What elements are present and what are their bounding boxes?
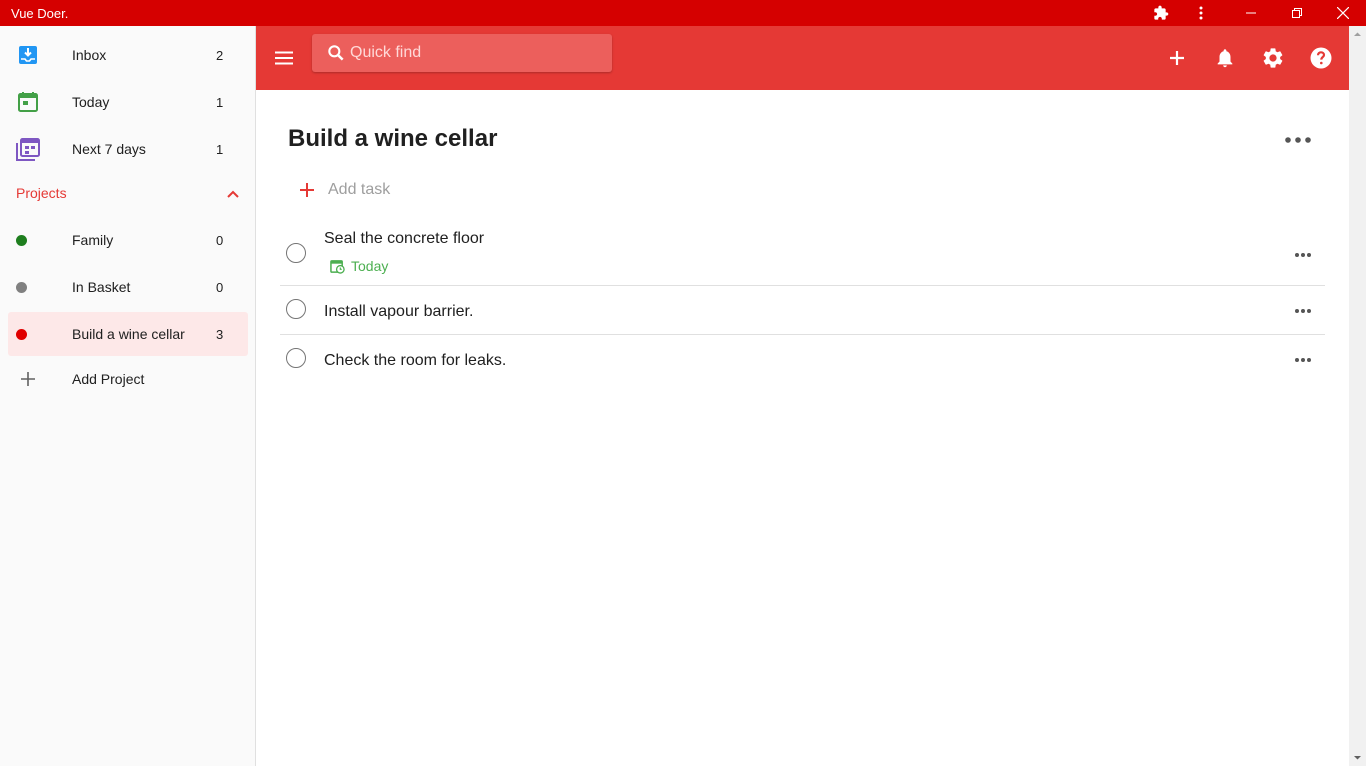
task-item[interactable]: Check the room for leaks. <box>280 335 1325 383</box>
task-more-icon[interactable] <box>1294 357 1312 363</box>
task-complete-checkbox[interactable] <box>286 348 306 368</box>
minimize-button[interactable] <box>1228 0 1274 26</box>
kebab-icon <box>1199 6 1203 20</box>
help-button[interactable] <box>1308 45 1334 71</box>
task-complete-checkbox[interactable] <box>286 299 306 319</box>
window-menu-button[interactable] <box>1178 0 1224 26</box>
task-item[interactable]: Install vapour barrier. <box>280 286 1325 335</box>
sidebar-item-label: Next 7 days <box>72 141 146 157</box>
sidebar-item-today[interactable]: Today 1 <box>8 80 248 124</box>
add-task-label: Add task <box>328 181 391 198</box>
task-more-icon[interactable] <box>1294 252 1312 258</box>
search-input[interactable] <box>350 38 600 68</box>
calendar-week-icon <box>16 137 40 161</box>
scroll-down-arrow-icon[interactable] <box>1353 753 1362 762</box>
project-view: Build a wine cellar Add task Seal the co… <box>256 90 1349 766</box>
sidebar-item-inbox[interactable]: Inbox 2 <box>8 33 248 77</box>
close-icon <box>1337 7 1349 19</box>
calendar-today-icon <box>16 90 40 114</box>
sidebar-item-label: In Basket <box>72 279 131 295</box>
sidebar-project-family[interactable]: Family 0 <box>8 218 248 262</box>
projects-header-label: Projects <box>16 185 67 201</box>
restore-button[interactable] <box>1274 0 1320 26</box>
task-text: Seal the concrete floor <box>324 230 485 247</box>
help-icon <box>1310 47 1332 69</box>
task-due-date: Today <box>330 258 388 274</box>
project-color-dot <box>16 329 27 340</box>
app-toolbar <box>256 26 1349 90</box>
page-title: Build a wine cellar <box>288 125 498 152</box>
chevron-up-icon[interactable] <box>226 187 240 206</box>
minimize-icon <box>1246 12 1256 14</box>
plus-icon <box>298 181 316 204</box>
calendar-clock-icon <box>330 259 345 274</box>
sidebar: Inbox 2 Today 1 Next 7 days 1 Projects F… <box>0 26 256 766</box>
task-more-icon[interactable] <box>1294 308 1312 314</box>
add-project-label: Add Project <box>72 371 145 387</box>
restore-icon <box>1292 8 1302 18</box>
settings-button[interactable] <box>1260 45 1286 71</box>
more-horizontal-icon <box>1285 137 1311 143</box>
bell-icon <box>1217 49 1233 68</box>
add-project-button[interactable]: Add Project <box>8 357 248 401</box>
sidebar-item-label: Family <box>72 232 114 248</box>
sidebar-project-in-basket[interactable]: In Basket 0 <box>8 265 248 309</box>
task-complete-checkbox[interactable] <box>286 243 306 263</box>
task-text: Install vapour barrier. <box>324 303 474 320</box>
window-title: Vue Doer. <box>11 5 69 21</box>
sidebar-project-build-a-wine-cellar[interactable]: Build a wine cellar 3 <box>8 312 248 356</box>
task-due-label: Today <box>351 258 389 274</box>
plus-icon <box>16 367 40 391</box>
inbox-icon <box>16 43 40 67</box>
puzzle-icon <box>1154 5 1169 20</box>
search-icon <box>326 43 346 68</box>
sidebar-item-count: 0 <box>216 232 224 248</box>
notifications-button[interactable] <box>1212 45 1238 71</box>
sidebar-item-label: Inbox <box>72 47 107 63</box>
hamburger-icon <box>275 51 293 65</box>
vertical-scrollbar[interactable] <box>1349 26 1366 766</box>
sidebar-item-label: Today <box>72 94 110 110</box>
sidebar-item-count: 1 <box>216 141 224 157</box>
quick-find[interactable] <box>312 34 612 72</box>
project-more-button[interactable] <box>1284 128 1314 152</box>
sidebar-item-count: 3 <box>216 326 224 342</box>
window-titlebar: Vue Doer. <box>0 0 1366 26</box>
sidebar-item-count: 2 <box>216 47 224 63</box>
menu-button[interactable] <box>272 46 296 70</box>
scroll-up-arrow-icon[interactable] <box>1353 30 1362 39</box>
projects-section-header[interactable]: Projects <box>16 185 240 207</box>
project-color-dot <box>16 282 27 293</box>
sidebar-item-next-7-days[interactable]: Next 7 days 1 <box>8 127 248 171</box>
plus-icon <box>1170 51 1184 65</box>
project-color-dot <box>16 235 27 246</box>
gear-icon <box>1263 48 1283 68</box>
task-item[interactable]: Seal the concrete floor Today <box>280 222 1325 286</box>
sidebar-item-count: 0 <box>216 279 224 295</box>
sidebar-item-count: 1 <box>216 94 224 110</box>
task-text: Check the room for leaks. <box>324 352 507 369</box>
sidebar-item-label: Build a wine cellar <box>72 326 185 342</box>
close-button[interactable] <box>1320 0 1366 26</box>
add-task-button[interactable] <box>1164 45 1190 71</box>
